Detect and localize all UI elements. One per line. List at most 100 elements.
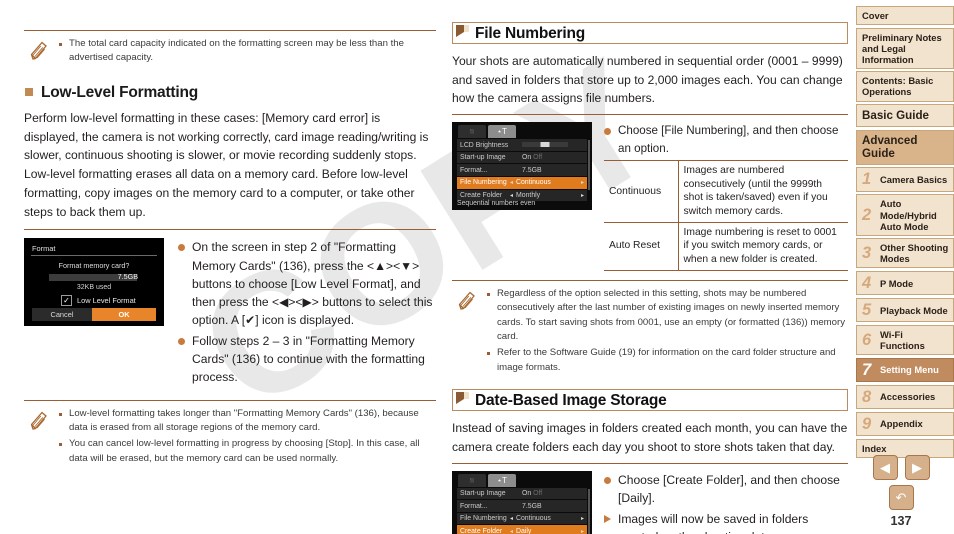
brightness-slider[interactable] [522,142,568,148]
row-label: Format... [460,166,488,174]
section1-content-row: ◾ ⋆T LCD Brightness Start-up Image On Of… [452,122,848,271]
section1-steps: Choose [File Numbering], and then choose… [604,122,848,271]
sidebar-item-label: Wi-Fi Functions [880,328,925,351]
sidebar-item-label: Accessories [880,391,936,403]
sidebar-item-label: Cover [862,10,889,21]
tab-settings-icon[interactable]: ⋆T [488,125,516,139]
section-header-file-numbering: File Numbering [452,22,848,44]
page-arrows: ◀ ▶ [858,455,944,480]
divider [452,462,848,464]
cancel-button[interactable]: Cancel [32,308,92,322]
row-value-on: On [522,489,532,497]
step-item: Choose [File Numbering], and then choose… [604,122,848,157]
note-body: Regardless of the option selected in thi… [482,287,848,377]
page-number: 137 [890,514,912,528]
sidebar-item-label: Preliminary Notes and Legal Information [862,31,942,65]
sidebar-item-playback-mode[interactable]: 5 Playback Mode [856,297,954,323]
menu-row-startup-image[interactable]: Start-up Image On Off [457,151,587,164]
menu-rows: Start-up Image On Off Format... 7.5GB Fi… [457,487,587,534]
dialog-question: Format memory card? [58,261,130,271]
menu-row-format[interactable]: Format... 7.5GB [457,164,587,176]
row-value: Monthly [516,191,541,199]
option-desc: Images are numbered consecutively (until… [678,159,848,223]
sidebar-item-number: 8 [862,387,872,406]
tab-settings-icon[interactable]: ⋆T [488,473,516,487]
section-title: Date-Based Image Storage [475,392,667,410]
menu-row-create-folder[interactable]: Create Folder ◂ Daily ▸ [457,525,587,534]
sidebar-item-number: 4 [862,273,872,292]
tab-camera-icon[interactable]: ◾ [458,473,486,487]
sidebar-item-number: 3 [862,244,872,263]
sidebar-item-advanced-guide[interactable]: Advanced Guide [856,129,954,165]
sidebar-item-number: 9 [862,414,872,433]
right-arrow-icon[interactable]: ▸ [578,528,584,534]
divider [452,114,848,116]
sidebar-item-p-mode[interactable]: 4 P Mode [856,270,954,296]
sidebar-item-wifi-functions[interactable]: 6 Wi-Fi Functions [856,324,954,356]
menu-rows: LCD Brightness Start-up Image On Off For… [457,139,587,202]
sidebar-item-auto-mode[interactable]: 2 Auto Mode/Hybrid Auto Mode [856,194,954,236]
sidebar-item-label: Advanced Guide [862,133,918,161]
sidebar-item-number: 6 [862,330,872,349]
step-item-result: Images will now be saved in folders crea… [604,510,848,534]
section-flag-icon [455,390,470,405]
next-page-button[interactable]: ▶ [904,455,930,480]
row-value: On Off [522,490,584,497]
right-arrow-icon[interactable]: ▸ [578,179,584,186]
sidebar-item-basic-guide[interactable]: Basic Guide [856,104,954,128]
sidebar-item-contents[interactable]: Contents: Basic Operations [856,71,954,102]
menu-tabs: ◾ ⋆T [458,473,516,487]
table-row: Auto Reset Image numbering is reset to 0… [604,221,848,271]
section2-content-row: ◾ ⋆T Start-up Image On Off Format... 7.5… [452,470,848,534]
row-label: Start-up Image [460,489,506,497]
row-label: Format... [460,502,488,510]
row-value-off: Off [533,154,543,162]
row-value: Continuous [516,515,551,523]
menu-hint-text: Sequential numbers even [457,200,536,208]
right-arrow-icon[interactable]: ▸ [578,192,584,199]
note-item: Low-level formatting takes longer than "… [58,407,436,436]
row-value: Continuous [516,179,551,187]
low-level-format-label: Low Level Format [77,296,136,306]
ok-button[interactable]: OK [92,308,156,322]
sidebar-item-number: 2 [862,205,872,224]
menu-row-format[interactable]: Format... 7.5GB [457,500,587,512]
sidebar-item-other-shooting-modes[interactable]: 3 Other Shooting Modes [856,238,954,269]
note-item: Regardless of the option selected in thi… [486,287,848,345]
sidebar-item-setting-menu[interactable]: 7 Setting Menu [856,357,954,383]
menu-row-file-numbering[interactable]: File Numbering ◂ Continuous ▸ [457,176,587,189]
tab-camera-icon[interactable]: ◾ [458,125,486,139]
menu-scrollbar[interactable] [588,488,590,534]
sidebar-item-number: 7 [862,360,872,379]
section2-intro: Instead of saving images in folders crea… [452,421,848,454]
prev-page-button[interactable]: ◀ [872,455,898,480]
sidebar-item-appendix[interactable]: 9 Appendix [856,411,954,437]
note-item: Refer to the Software Guide (19) for inf… [486,346,848,375]
steps-list: On the screen in step 2 of "Formatting M… [178,238,436,389]
row-value: 7.5GB [522,502,542,510]
sidebar-item-cover[interactable]: Cover [856,6,954,26]
sidebar-item-accessories[interactable]: 8 Accessories [856,384,954,410]
menu-scrollbar[interactable] [588,140,590,191]
step-item: Follow steps 2 – 3 in "Formatting Memory… [178,332,436,386]
sidebar-item-label: Index [862,442,887,454]
card-used-value: 32KB used [76,284,112,292]
go-back-button[interactable]: ↶ [888,485,914,510]
sidebar-item-preliminary-notes[interactable]: Preliminary Notes and Legal Information [856,27,954,69]
menu-row-file-numbering[interactable]: File Numbering ◂ Continuous ▸ [457,512,587,525]
row-label: Create Folder [460,191,503,199]
row-value: On Off [522,154,584,161]
intro-paragraph: Perform low-level formatting in these ca… [24,111,429,219]
menu-row-startup-image[interactable]: Start-up Image On Off [457,487,587,500]
note-block-file-numbering: Regardless of the option selected in thi… [452,281,848,381]
steps-row: Format Format memory card? 7.5GB 32KB us… [24,238,436,389]
sidebar-item-camera-basics[interactable]: 1 Camera Basics [856,167,954,192]
pencil-note-icon [24,37,54,68]
sidebar-item-number: 1 [862,170,872,189]
dialog-rule [31,255,157,257]
sidebar-item-label: Camera Basics [880,174,948,186]
menu-row-lcd-brightness[interactable]: LCD Brightness [457,139,587,151]
sidebar-item-label: Playback Mode [880,304,948,316]
right-arrow-icon[interactable]: ▸ [578,515,584,522]
low-level-format-checkbox[interactable]: ✓ [61,295,72,307]
